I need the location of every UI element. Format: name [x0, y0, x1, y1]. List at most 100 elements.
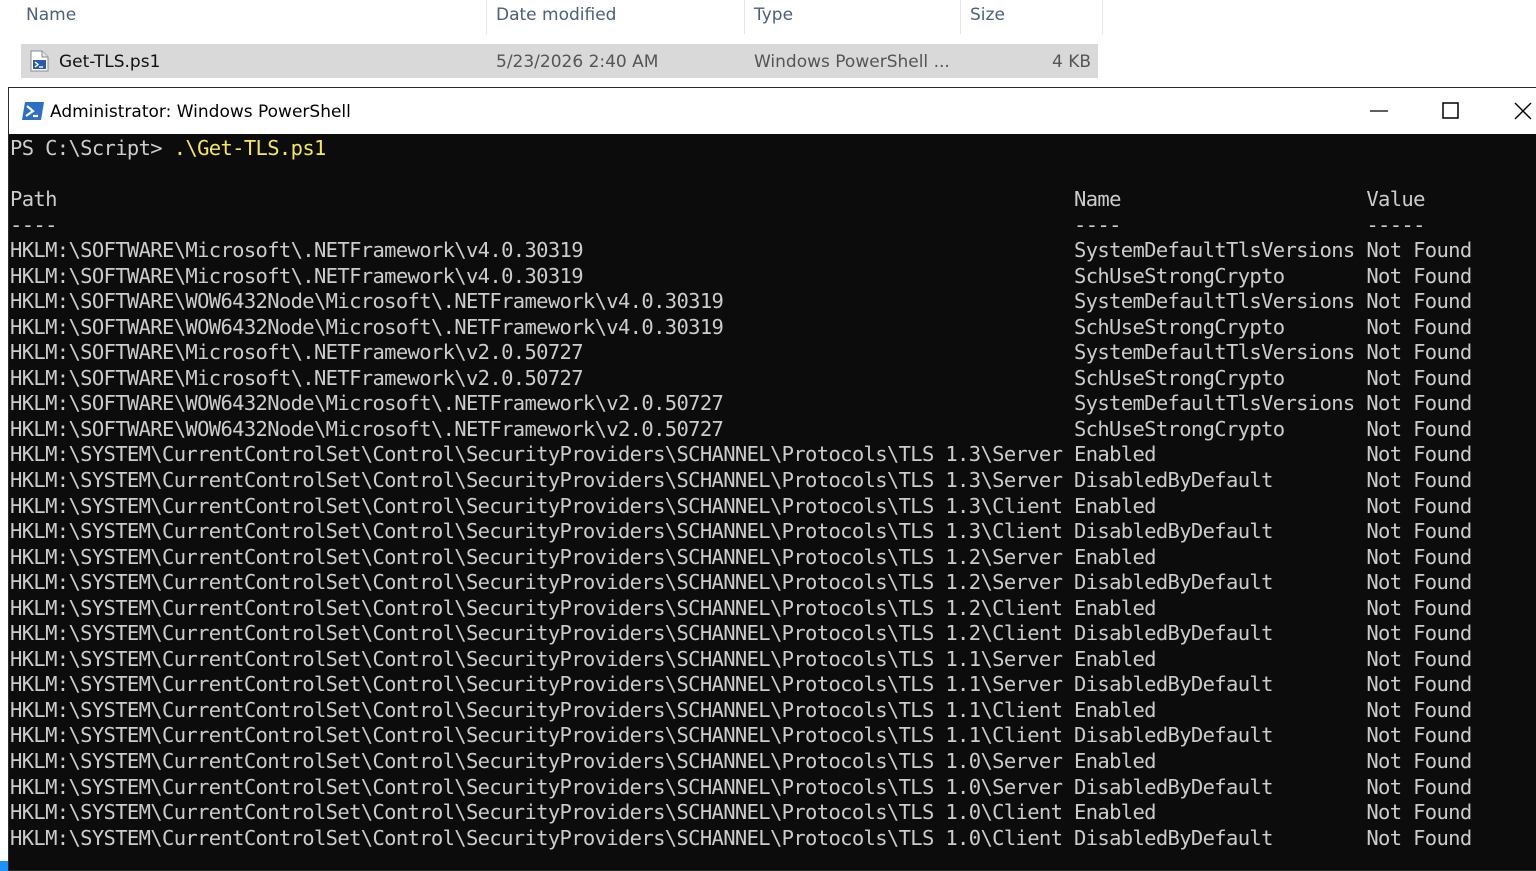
- path-cell: HKLM:\SYSTEM\CurrentControlSet\Control\S…: [10, 493, 1063, 518]
- value-cell: Not Found: [1366, 493, 1472, 518]
- console-output-area[interactable]: PS C:\Script> .\Get-TLS.ps1 Path Name Va…: [9, 134, 1536, 870]
- value-cell: Not Found: [1366, 570, 1472, 595]
- name-cell: SchUseStrongCrypto: [1073, 416, 1285, 441]
- name-cell: Enabled: [1074, 595, 1157, 620]
- path-cell: HKLM:\SOFTWARE\WOW6432Node\Microsoft\.NE…: [10, 391, 724, 416]
- column-header-size[interactable]: Size: [964, 0, 1102, 34]
- table-row: HKLM:\SOFTWARE\Microsoft\.NETFramework\v…: [10, 264, 1472, 288]
- path-cell: HKLM:\SYSTEM\CurrentControlSet\Control\S…: [10, 800, 1063, 825]
- table-row: HKLM:\SYSTEM\CurrentControlSet\Control\S…: [10, 596, 1472, 620]
- path-cell: HKLM:\SOFTWARE\WOW6432Node\Microsoft\.NE…: [10, 416, 724, 441]
- table-header-row: Path Name Value: [10, 187, 1425, 211]
- file-size: 4 KB: [1052, 52, 1092, 72]
- name-cell: Enabled: [1074, 800, 1157, 825]
- path-cell: HKLM:\SYSTEM\CurrentControlSet\Control\S…: [10, 697, 1063, 722]
- name-cell: DisabledByDefault: [1074, 468, 1273, 493]
- table-row: HKLM:\SYSTEM\CurrentControlSet\Control\S…: [10, 570, 1472, 594]
- powershell-window: Administrator: Windows PowerShell PS C:\…: [8, 87, 1536, 871]
- path-cell: HKLM:\SYSTEM\CurrentControlSet\Control\S…: [10, 774, 1063, 799]
- table-row: HKLM:\SOFTWARE\WOW6432Node\Microsoft\.NE…: [10, 417, 1472, 441]
- path-cell: HKLM:\SOFTWARE\WOW6432Node\Microsoft\.NE…: [10, 314, 724, 339]
- path-cell: HKLM:\SYSTEM\CurrentControlSet\Control\S…: [10, 646, 1063, 671]
- path-cell: HKLM:\SYSTEM\CurrentControlSet\Control\S…: [10, 723, 1063, 748]
- value-cell: Not Found: [1366, 595, 1472, 620]
- value-cell: Not Found: [1366, 442, 1472, 467]
- path-cell: HKLM:\SYSTEM\CurrentControlSet\Control\S…: [10, 442, 1063, 467]
- name-cell: DisabledByDefault: [1074, 570, 1273, 595]
- value-cell: Not Found: [1366, 340, 1472, 365]
- powershell-icon[interactable]: [21, 101, 45, 121]
- value-cell: Not Found: [1366, 289, 1472, 314]
- table-row: HKLM:\SYSTEM\CurrentControlSet\Control\S…: [10, 494, 1472, 518]
- name-cell: Enabled: [1074, 544, 1157, 569]
- column-divider[interactable]: [744, 0, 745, 34]
- name-cell: SystemDefaultTlsVersions: [1074, 340, 1355, 365]
- path-cell: HKLM:\SYSTEM\CurrentControlSet\Control\S…: [10, 570, 1063, 595]
- value-cell: Not Found: [1366, 800, 1472, 825]
- table-row: HKLM:\SYSTEM\CurrentControlSet\Control\S…: [10, 775, 1472, 799]
- path-cell: HKLM:\SYSTEM\CurrentControlSet\Control\S…: [10, 595, 1063, 620]
- column-header-name[interactable]: Name: [20, 0, 486, 34]
- name-cell: ----: [1074, 212, 1121, 237]
- close-button[interactable]: [1487, 88, 1536, 134]
- table-row: HKLM:\SYSTEM\CurrentControlSet\Control\S…: [10, 698, 1472, 722]
- value-cell: Not Found: [1366, 825, 1472, 850]
- column-header-date-modified[interactable]: Date modified: [490, 0, 744, 34]
- value-cell: Not Found: [1366, 238, 1472, 263]
- table-row: HKLM:\SYSTEM\CurrentControlSet\Control\S…: [10, 442, 1472, 466]
- column-divider[interactable]: [1102, 0, 1103, 34]
- value-cell: Not Found: [1366, 697, 1472, 722]
- table-row: HKLM:\SYSTEM\CurrentControlSet\Control\S…: [10, 672, 1472, 696]
- table-row: HKLM:\SOFTWARE\Microsoft\.NETFramework\v…: [10, 366, 1472, 390]
- name-cell: Enabled: [1074, 646, 1157, 671]
- maximize-button[interactable]: [1415, 88, 1487, 134]
- value-cell: Not Found: [1366, 263, 1472, 288]
- table-row: HKLM:\SOFTWARE\WOW6432Node\Microsoft\.NE…: [10, 289, 1472, 313]
- name-cell: DisabledByDefault: [1074, 825, 1273, 850]
- name-cell: SystemDefaultTlsVersions: [1074, 238, 1355, 263]
- name-cell: DisabledByDefault: [1074, 621, 1273, 646]
- name-cell: SchUseStrongCrypto: [1074, 263, 1285, 288]
- console-output-table: Path Name Value ---- ---- ----- HKLM:\SO…: [10, 187, 1472, 851]
- table-row: HKLM:\SOFTWARE\WOW6432Node\Microsoft\.NE…: [10, 391, 1472, 415]
- path-cell: HKLM:\SYSTEM\CurrentControlSet\Control\S…: [10, 672, 1063, 697]
- path-cell: HKLM:\SOFTWARE\Microsoft\.NETFramework\v…: [10, 365, 584, 390]
- path-cell: HKLM:\SYSTEM\CurrentControlSet\Control\S…: [10, 468, 1063, 493]
- powershell-script-file-icon: [30, 50, 49, 72]
- table-row: HKLM:\SYSTEM\CurrentControlSet\Control\S…: [10, 800, 1472, 824]
- file-row-selected[interactable]: Get-TLS.ps1 5/23/2026 2:40 AM Windows Po…: [21, 44, 1098, 78]
- value-cell: Not Found: [1366, 672, 1472, 697]
- name-cell: Name: [1074, 187, 1121, 211]
- file-type: Windows PowerShell ...: [754, 52, 950, 72]
- name-cell: DisabledByDefault: [1074, 723, 1273, 748]
- column-divider[interactable]: [486, 0, 487, 34]
- column-header-type[interactable]: Type: [748, 0, 960, 34]
- name-cell: Enabled: [1074, 493, 1157, 518]
- path-cell: HKLM:\SOFTWARE\WOW6432Node\Microsoft\.NE…: [10, 289, 724, 314]
- maximize-icon: [1442, 102, 1459, 119]
- prompt-text: PS C:\Script>: [10, 136, 174, 160]
- table-row: HKLM:\SYSTEM\CurrentControlSet\Control\S…: [10, 749, 1472, 773]
- minimize-icon: [1370, 110, 1388, 112]
- name-cell: SchUseStrongCrypto: [1074, 365, 1285, 390]
- minimize-button[interactable]: [1343, 88, 1415, 134]
- value-cell: Not Found: [1366, 468, 1472, 493]
- path-cell: HKLM:\SOFTWARE\Microsoft\.NETFramework\v…: [10, 263, 584, 288]
- table-row: HKLM:\SYSTEM\CurrentControlSet\Control\S…: [10, 545, 1472, 569]
- title-bar[interactable]: Administrator: Windows PowerShell: [9, 88, 1536, 134]
- value-cell: Not Found: [1366, 774, 1472, 799]
- file-explorer-pane: Name Date modified Type Size Get-TLS.ps1…: [0, 0, 1536, 88]
- file-name: Get-TLS.ps1: [59, 52, 161, 72]
- column-divider[interactable]: [960, 0, 961, 34]
- name-cell: SystemDefaultTlsVersions: [1073, 289, 1355, 314]
- value-cell: Value: [1366, 187, 1425, 211]
- name-cell: Enabled: [1074, 442, 1157, 467]
- value-cell: Not Found: [1366, 391, 1472, 416]
- path-cell: HKLM:\SYSTEM\CurrentControlSet\Control\S…: [10, 544, 1063, 569]
- command-text: .\Get-TLS.ps1: [173, 136, 327, 160]
- table-row: HKLM:\SOFTWARE\Microsoft\.NETFramework\v…: [10, 340, 1472, 364]
- name-cell: SystemDefaultTlsVersions: [1073, 391, 1355, 416]
- table-row: HKLM:\SYSTEM\CurrentControlSet\Control\S…: [10, 519, 1472, 543]
- value-cell: Not Found: [1366, 723, 1472, 748]
- close-icon: [1514, 102, 1532, 120]
